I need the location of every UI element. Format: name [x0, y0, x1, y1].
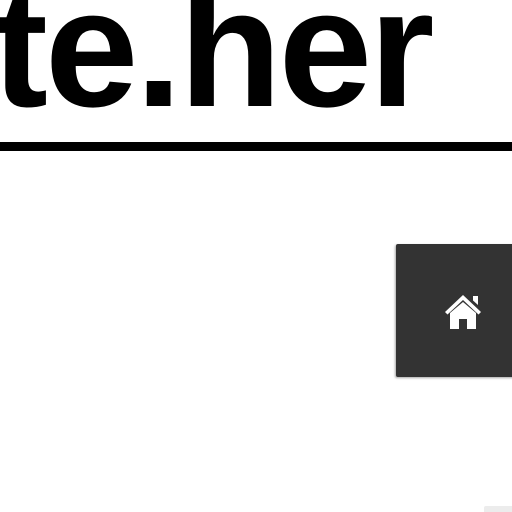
site-title-link[interactable]: te.her — [0, 0, 434, 132]
site-header: te.her — [0, 0, 512, 155]
header-divider — [0, 142, 512, 151]
corner-element — [484, 506, 512, 512]
home-button[interactable] — [396, 244, 512, 377]
home-icon — [445, 294, 481, 329]
